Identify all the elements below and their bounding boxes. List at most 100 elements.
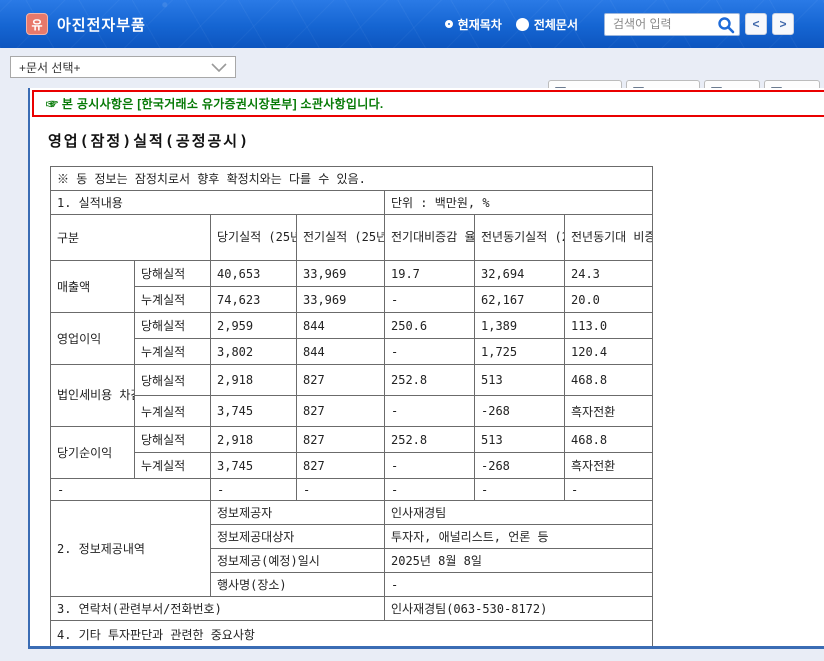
radio-current-toc[interactable]: 현재목차	[445, 16, 502, 33]
cell: 844	[297, 313, 385, 339]
clipped-note-line: - 상기 영업실적은 한국채택국제회계기준(K-IFRS)에 따라 작성된 별도…	[51, 649, 653, 650]
document-select-value: +문서 선택+	[19, 59, 81, 76]
cell: -	[385, 396, 475, 427]
cell: 827	[297, 396, 385, 427]
cell: 252.8	[385, 427, 475, 453]
row-sub-label: 누계실적	[135, 339, 211, 365]
info-value: 투자자, 애널리스트, 언론 등	[385, 525, 653, 549]
cell: 33,969	[297, 287, 385, 313]
info-value: -	[385, 573, 653, 597]
market-type-badge: 유	[26, 13, 48, 35]
radio-current-toc-label: 현재목차	[458, 16, 502, 33]
cell: 468.8	[565, 427, 653, 453]
cell: 120.4	[565, 339, 653, 365]
cell: 113.0	[565, 313, 653, 339]
radio-ring-icon	[445, 20, 453, 28]
header-qoq-change: 전기대비증감 율(%)	[385, 215, 475, 261]
cell: -	[385, 453, 475, 479]
cell: 24.3	[565, 261, 653, 287]
row-group-operating-profit: 영업이익	[51, 313, 135, 365]
cell: -268	[475, 396, 565, 427]
row-sub-label: 당해실적	[135, 365, 211, 396]
unit-label-cell: 단위 : 백만원, %	[385, 191, 653, 215]
cell: 2,959	[211, 313, 297, 339]
cell: 844	[297, 339, 385, 365]
cell: 250.6	[385, 313, 475, 339]
cell: -	[475, 479, 565, 501]
cell: 1,725	[475, 339, 565, 365]
table-row: - - - - - -	[51, 479, 653, 501]
table-row: 누계실적 3,802 844 - 1,725 120.4	[51, 339, 653, 365]
other-matters-label: 4. 기타 투자판단과 관련한 중요사항	[51, 621, 653, 649]
cell: -	[211, 479, 297, 501]
info-key: 행사명(장소)	[211, 573, 385, 597]
row-group-pretax-income: 법인세비용 차감전계속 사업이익	[51, 365, 135, 427]
table-row: 3. 연락처(관련부서/전화번호) 인사재경팀(063-530-8172)	[51, 597, 653, 621]
document-select-dropdown[interactable]: +문서 선택+	[10, 56, 236, 78]
cell: -	[385, 339, 475, 365]
cell: 468.8	[565, 365, 653, 396]
cell: 3,745	[211, 396, 297, 427]
disclosure-title: 영업(잠정)실적(공정공시)	[48, 130, 250, 151]
cell: 252.8	[385, 365, 475, 396]
chevron-down-icon	[211, 63, 227, 72]
row-sub-label: 누계실적	[135, 453, 211, 479]
contact-value: 인사재경팀(063-530-8172)	[385, 597, 653, 621]
row-sub-label: 누계실적	[135, 396, 211, 427]
info-key: 정보제공대상자	[211, 525, 385, 549]
company-name: 아진전자부품	[57, 14, 146, 35]
table-row: 법인세비용 차감전계속 사업이익 당해실적 2,918 827 252.8 51…	[51, 365, 653, 396]
table-row: 2. 정보제공내역 정보제공자 인사재경팀	[51, 501, 653, 525]
cell: 19.7	[385, 261, 475, 287]
document-viewer: ☞ 본 공시사항은 [한국거래소 유가증권시장본부] 소관사항입니다. 영업(잠…	[28, 88, 824, 649]
header-search-area: 현재목차 전체문서 < >	[445, 13, 794, 36]
header-yoy-quarter: 전년동기실적 (24년2분기)	[475, 215, 565, 261]
cell: 흑자전환	[565, 453, 653, 479]
cell: 40,653	[211, 261, 297, 287]
info-value: 인사재경팀	[385, 501, 653, 525]
cell: -	[385, 287, 475, 313]
header-gubun: 구분	[51, 215, 211, 261]
info-section-label: 2. 정보제공내역	[51, 501, 211, 597]
row-sub-label: 누계실적	[135, 287, 211, 313]
table-row: 누계실적 3,745 827 - -268 흑자전환	[51, 453, 653, 479]
jurisdiction-notice-text: ☞ 본 공시사항은 [한국거래소 유가증권시장본부] 소관사항입니다.	[46, 95, 384, 112]
cell: 827	[297, 365, 385, 396]
cell: 33,969	[297, 261, 385, 287]
header-yoy-change: 전년동기대 비증감율(%)	[565, 215, 653, 261]
cell: 74,623	[211, 287, 297, 313]
cell: 1,389	[475, 313, 565, 339]
jurisdiction-notice: ☞ 본 공시사항은 [한국거래소 유가증권시장본부] 소관사항입니다.	[32, 90, 824, 117]
header-previous-quarter: 전기실적 (25년1분기)	[297, 215, 385, 261]
cell: 513	[475, 365, 565, 396]
header-current-quarter: 당기실적 (25년2분기)	[211, 215, 297, 261]
row-group-sales: 매출액	[51, 261, 135, 313]
table-row: 4. 기타 투자판단과 관련한 중요사항	[51, 621, 653, 649]
cell: 62,167	[475, 287, 565, 313]
performance-table: ※ 동 정보는 잠정치로서 향후 확정치와는 다를 수 있음. 1. 실적내용 …	[50, 166, 653, 649]
radio-whole-document[interactable]: 전체문서	[516, 16, 578, 33]
table-row: 매출액 당해실적 40,653 33,969 19.7 32,694 24.3	[51, 261, 653, 287]
table-row: - 상기 영업실적은 한국채택국제회계기준(K-IFRS)에 따라 작성된 별도…	[51, 649, 653, 650]
search-icon[interactable]	[717, 16, 735, 34]
prev-result-button[interactable]: <	[745, 13, 767, 35]
radio-whole-document-label: 전체문서	[534, 16, 578, 33]
search-box	[604, 13, 740, 36]
cell: 2,918	[211, 365, 297, 396]
next-result-button[interactable]: >	[772, 13, 794, 35]
row-group-net-income: 당기순이익	[51, 427, 135, 479]
cell: 20.0	[565, 287, 653, 313]
cell: -	[297, 479, 385, 501]
provisional-note-cell: ※ 동 정보는 잠정치로서 향후 확정치와는 다를 수 있음.	[51, 167, 653, 191]
cell: 827	[297, 427, 385, 453]
table-row: 영업이익 당해실적 2,959 844 250.6 1,389 113.0	[51, 313, 653, 339]
info-value: 2025년 8월 8일	[385, 549, 653, 573]
cell: -	[565, 479, 653, 501]
table-row: 누계실적 74,623 33,969 - 62,167 20.0	[51, 287, 653, 313]
row-sub-label: 당해실적	[135, 261, 211, 287]
contact-label: 3. 연락처(관련부서/전화번호)	[51, 597, 385, 621]
cell: -	[385, 479, 475, 501]
cell: 827	[297, 453, 385, 479]
row-sub-label: 당해실적	[135, 427, 211, 453]
info-key: 정보제공자	[211, 501, 385, 525]
